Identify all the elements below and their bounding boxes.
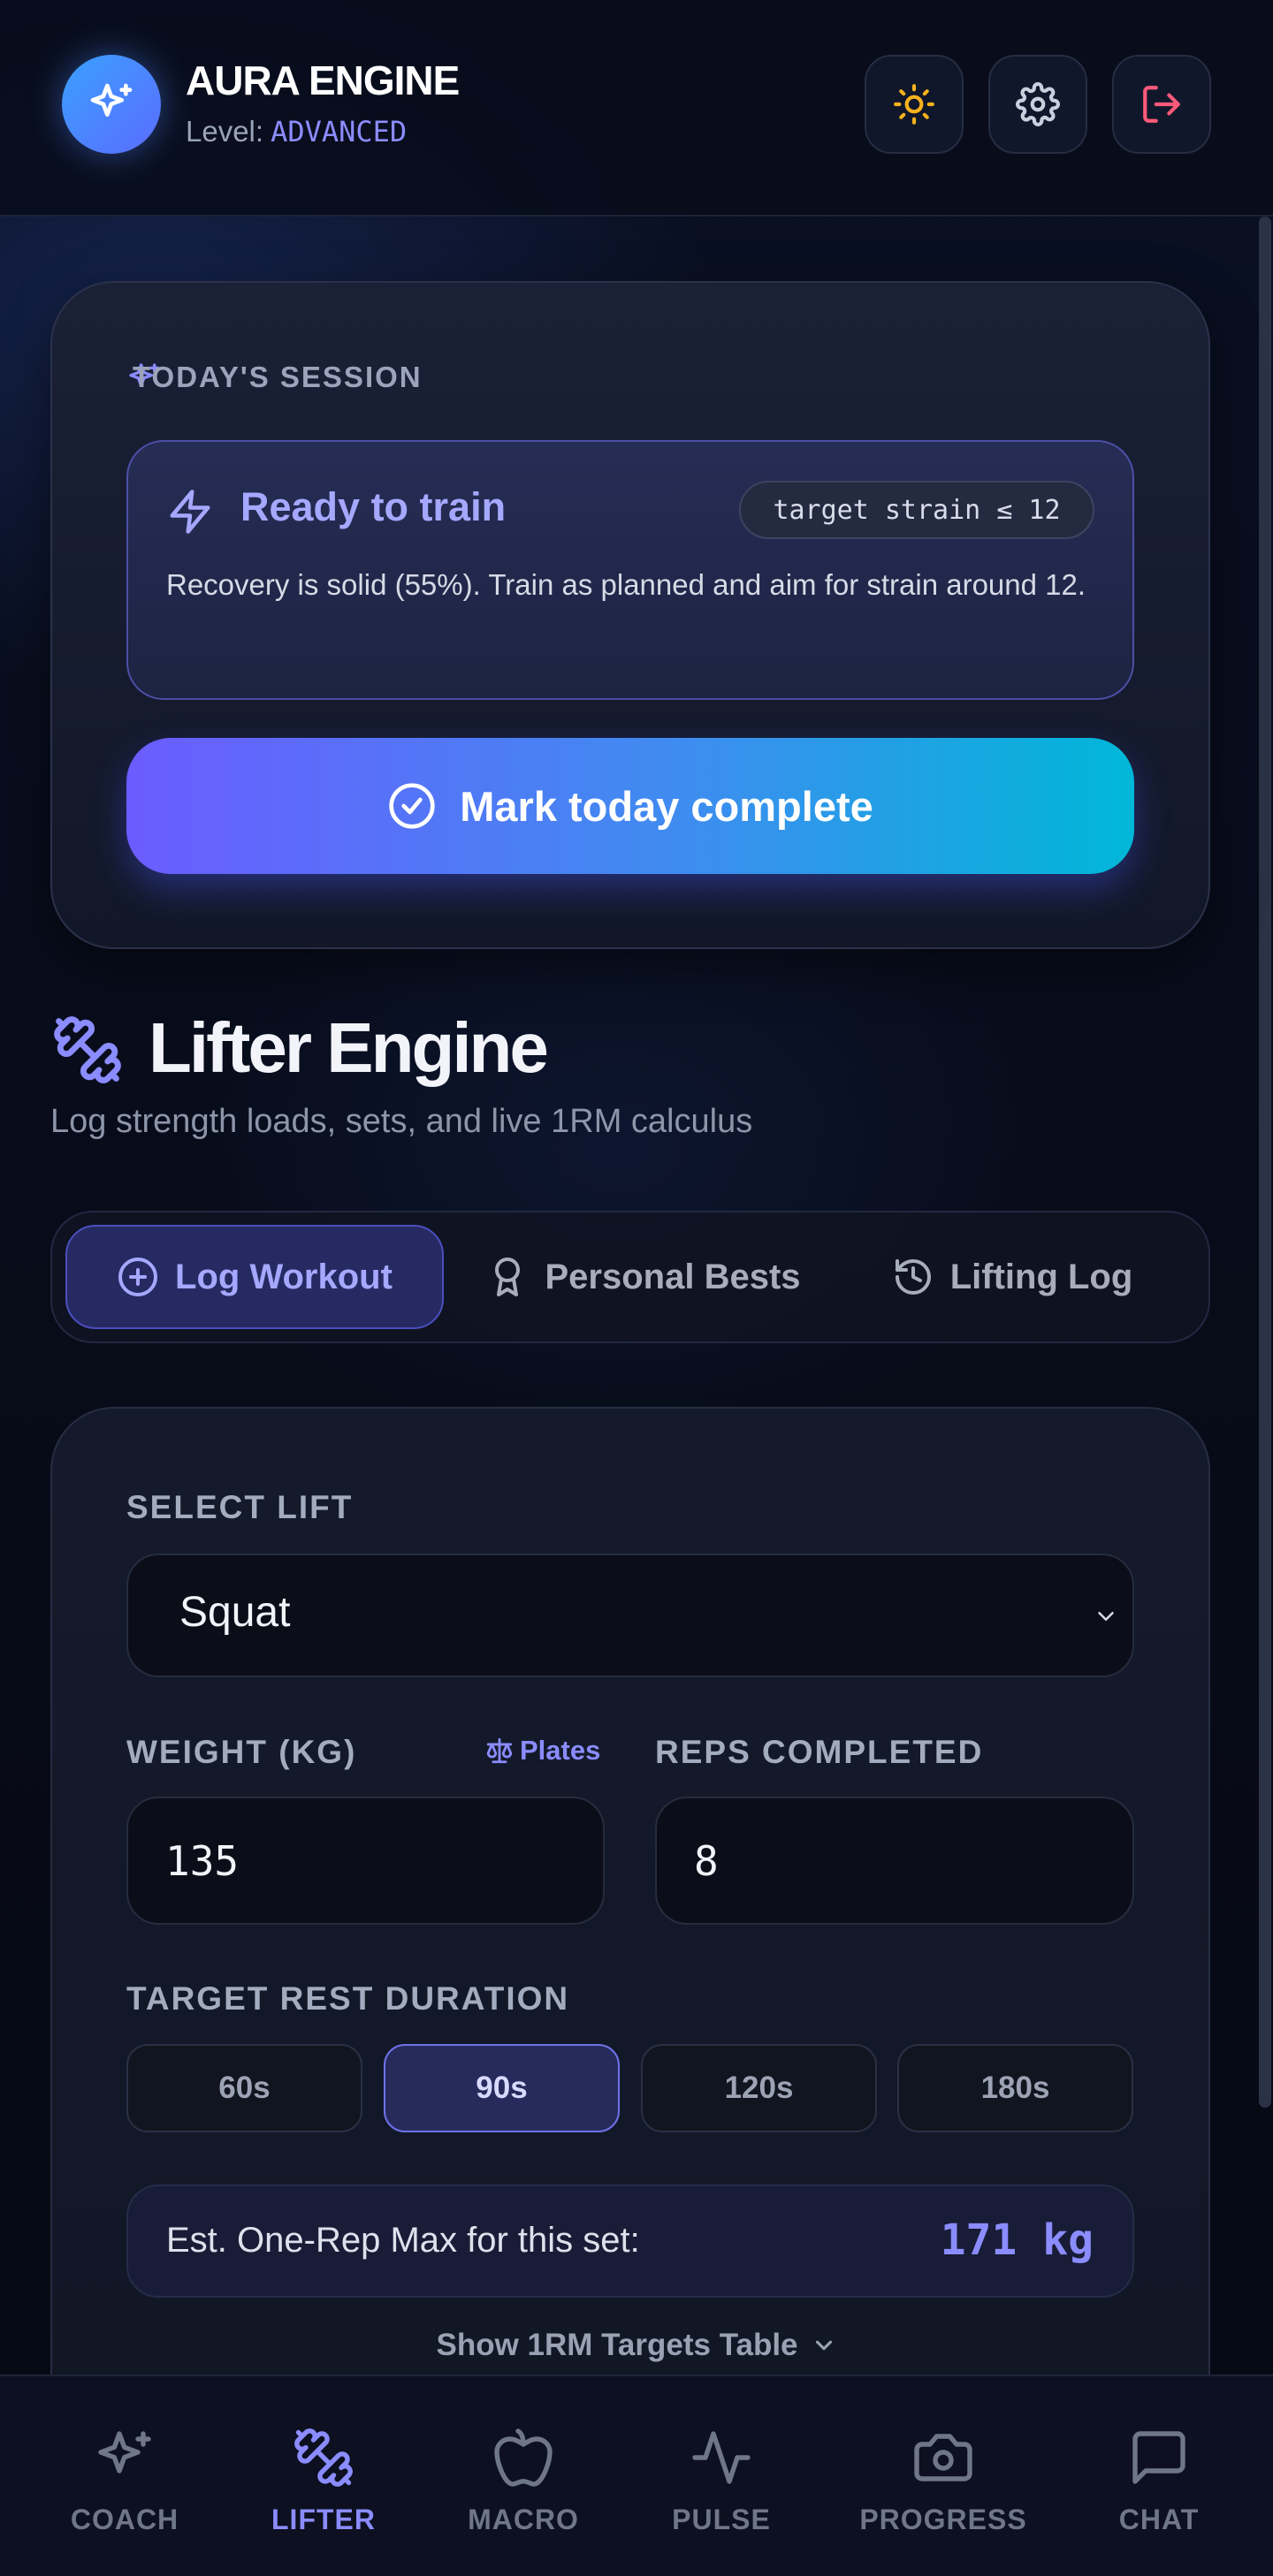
- nav-label: PROGRESS: [859, 2504, 1027, 2535]
- tab-personal-bests[interactable]: Personal Bests: [467, 1225, 820, 1329]
- page-scrollbar[interactable]: [1259, 217, 1271, 2108]
- nav-item-pulse[interactable]: PULSE: [633, 2426, 810, 2536]
- user-level: Level: ADVANCED: [186, 115, 407, 148]
- selected-lift: Squat: [179, 1589, 291, 1636]
- rest-duration-label: TARGET REST DURATION: [126, 1980, 570, 2017]
- level-value: ADVANCED: [271, 115, 408, 148]
- mark-complete-button[interactable]: Mark today complete: [126, 738, 1134, 874]
- check-circle-icon: [387, 781, 437, 831]
- level-label: Level:: [186, 115, 264, 148]
- gear-icon: [1016, 82, 1060, 126]
- sparkles-icon: [87, 80, 136, 129]
- tab-label: Personal Bests: [545, 1257, 801, 1296]
- dumbbell-icon: [51, 1014, 124, 1086]
- status-title: Ready to train: [240, 484, 507, 529]
- one-rep-max-value: 171 kg: [940, 2215, 1094, 2265]
- tab-label: Log Workout: [175, 1257, 393, 1296]
- select-lift-label: SELECT LIFT: [126, 1489, 354, 1525]
- rest-option-90s[interactable]: 90s: [384, 2044, 620, 2132]
- app-title: AURA ENGINE: [186, 57, 460, 103]
- theme-toggle-button[interactable]: [865, 55, 964, 154]
- app-root: AURA ENGINE Level: ADVANCED TODAY'S SESS…: [0, 0, 1273, 2576]
- nav-label: PULSE: [672, 2504, 771, 2535]
- page-title: Lifter Engine: [149, 1008, 549, 1087]
- nav-label: MACRO: [468, 2504, 579, 2535]
- session-label: TODAY'S SESSION: [133, 361, 423, 393]
- sparkles-icon: [93, 2426, 156, 2489]
- weight-input[interactable]: 135: [126, 1797, 605, 1925]
- tab-lifting-log[interactable]: Lifting Log: [866, 1225, 1158, 1329]
- nav-item-chat[interactable]: CHAT: [1071, 2426, 1247, 2536]
- scale-icon: [484, 1736, 515, 1766]
- show-1rm-table-button[interactable]: Show 1RM Targets Table: [0, 2328, 1273, 2363]
- activity-icon: [690, 2426, 753, 2489]
- message-square-icon: [1127, 2426, 1191, 2489]
- plus-circle-icon: [117, 1256, 159, 1298]
- camera-icon: [911, 2426, 975, 2489]
- nav-item-progress[interactable]: PROGRESS: [855, 2426, 1032, 2536]
- rest-option-120s[interactable]: 120s: [641, 2044, 877, 2132]
- strain-badge: target strain ≤ 12: [739, 481, 1094, 539]
- top-header: AURA ENGINE Level: ADVANCED: [0, 0, 1273, 217]
- one-rep-max-label: Est. One-Rep Max for this set:: [166, 2221, 640, 2260]
- mark-complete-label: Mark today complete: [460, 782, 873, 830]
- dumbbell-icon: [292, 2426, 355, 2489]
- chevron-down-icon: [1093, 1603, 1119, 1630]
- tab-log-workout[interactable]: Log Workout: [65, 1225, 444, 1329]
- award-icon: [486, 1256, 529, 1298]
- nav-label: CHAT: [1118, 2504, 1200, 2535]
- rest-option-180s[interactable]: 180s: [897, 2044, 1133, 2132]
- tab-label: Lifting Log: [949, 1257, 1133, 1296]
- status-message: Recovery is solid (55%). Train as planne…: [166, 568, 1086, 601]
- show-table-label: Show 1RM Targets Table: [436, 2328, 798, 2362]
- nav-label: COACH: [70, 2504, 179, 2535]
- plates-button[interactable]: Plates: [484, 1735, 600, 1767]
- app-logo: [62, 55, 161, 154]
- chevron-down-icon: [811, 2332, 837, 2359]
- nav-item-lifter[interactable]: LIFTER: [235, 2426, 412, 2536]
- apple-icon: [492, 2426, 555, 2489]
- rest-option-60s[interactable]: 60s: [126, 2044, 362, 2132]
- sun-icon: [892, 82, 936, 126]
- settings-button[interactable]: [988, 55, 1087, 154]
- nav-item-coach[interactable]: COACH: [36, 2426, 213, 2536]
- logout-button[interactable]: [1112, 55, 1211, 154]
- plates-label: Plates: [520, 1735, 601, 1766]
- history-icon: [892, 1256, 934, 1298]
- reps-input[interactable]: 8: [655, 1797, 1134, 1925]
- nav-label: LIFTER: [271, 2504, 376, 2535]
- nav-item-macro[interactable]: MACRO: [435, 2426, 612, 2536]
- page-subtitle: Log strength loads, sets, and live 1RM c…: [50, 1103, 753, 1140]
- lightning-icon: [166, 488, 214, 536]
- logout-icon: [1140, 82, 1184, 126]
- reps-label: REPS COMPLETED: [655, 1734, 984, 1770]
- weight-label: WEIGHT (KG): [126, 1734, 357, 1770]
